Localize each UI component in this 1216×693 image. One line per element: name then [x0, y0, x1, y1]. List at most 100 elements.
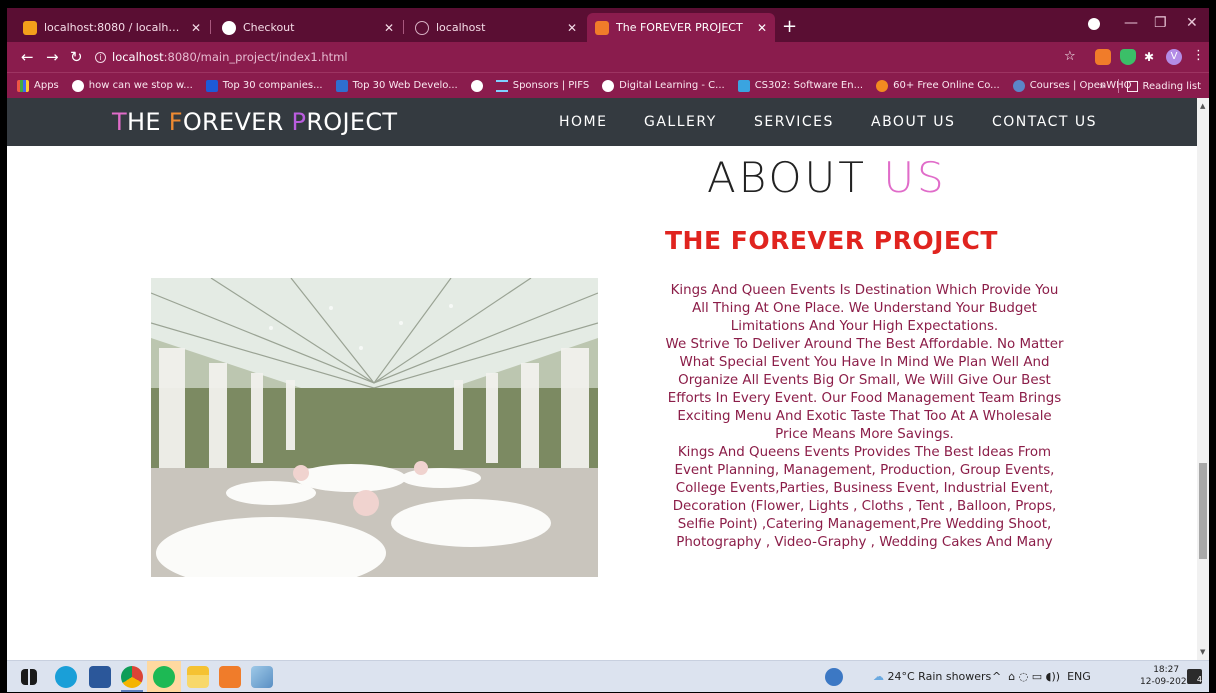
bookmark-label: Sponsors | PIFS [512, 80, 590, 91]
bookmark-star-icon[interactable]: ☆ [1064, 49, 1076, 64]
close-icon[interactable]: ✕ [384, 21, 394, 35]
word-icon[interactable] [89, 666, 111, 688]
scroll-up-icon[interactable]: ▲ [1200, 102, 1205, 110]
apps-grid-icon [17, 79, 29, 92]
reload-icon[interactable]: ↻ [70, 48, 83, 66]
nav-about-us[interactable]: ABOUT US [871, 114, 955, 130]
brand-title: THE FOREVER PROJECT [665, 226, 998, 255]
logo-letter: P [291, 108, 307, 136]
tab-title: Checkout [243, 21, 295, 34]
back-icon[interactable]: ← [21, 48, 34, 66]
xampp-icon [595, 20, 609, 35]
d-icon [205, 79, 218, 92]
extension-shield-icon[interactable] [1120, 49, 1136, 65]
xampp-taskbar-icon[interactable] [219, 666, 241, 688]
tab-phpmyadmin[interactable]: localhost:8080 / localhost:3306 / ✕ [15, 13, 209, 42]
bookmark-label: Top 30 companies... [222, 80, 323, 91]
tab-strip: localhost:8080 / localhost:3306 / ✕ Chec… [7, 8, 1209, 42]
bookmarks-bar: Apps how can we stop w... Top 30 compani… [7, 72, 1209, 98]
clock-time: 18:27 [1153, 665, 1180, 675]
snip-tool-icon[interactable] [251, 666, 273, 688]
heading-main: ABOUT [707, 153, 884, 202]
bookmark-item[interactable]: Top 30 companies... [205, 79, 323, 92]
system-tray[interactable]: ^ ⌂ ◌ ▭ ◖)) ENG [992, 670, 1091, 683]
site-logo[interactable]: THE FOREVER PROJECT [112, 108, 397, 136]
t-icon [335, 79, 348, 92]
edge-icon[interactable] [55, 666, 77, 688]
cloud-icon: ☁ [873, 670, 888, 683]
saylor-icon [737, 79, 750, 92]
heading-accent: US [883, 153, 947, 202]
extensions-puzzle-icon[interactable]: ✱ [1144, 50, 1154, 64]
globe-icon [602, 79, 615, 92]
orange-circle-icon [876, 79, 889, 92]
close-icon[interactable]: ✕ [567, 21, 577, 35]
globe-icon [415, 20, 429, 35]
tray-icons: ⌂ ◌ ▭ ◖)) [1008, 670, 1061, 683]
page-scrollbar[interactable]: ▲ ▼ [1197, 98, 1209, 660]
notifications-icon[interactable]: 4 [1187, 669, 1202, 684]
bookmark-item[interactable]: CS302: Software En... [737, 79, 864, 92]
weather-widget[interactable]: ☁ 24°C Rain showers [873, 670, 991, 683]
restore-icon[interactable]: ❐ [1154, 15, 1167, 31]
address-bar[interactable]: i localhost:8080/main_project/index1.htm… [95, 46, 1065, 68]
system-app-icon[interactable] [825, 668, 843, 686]
bookmark-item[interactable]: Top 30 Web Develo... [335, 79, 458, 92]
extension-xampp-icon[interactable] [1095, 49, 1111, 65]
reading-list-button[interactable]: Reading list [1143, 81, 1201, 92]
scroll-down-icon[interactable]: ▼ [1200, 648, 1205, 656]
menu-kebab-icon[interactable]: ⋮ [1192, 48, 1205, 63]
info-icon[interactable]: i [95, 51, 106, 63]
tab-localhost[interactable]: localhost ✕ [407, 13, 585, 42]
tab-search-icon[interactable] [1088, 18, 1100, 30]
spotify-icon[interactable] [153, 666, 175, 688]
chrome-icon[interactable] [121, 666, 143, 688]
tab-checkout[interactable]: Checkout ✕ [214, 13, 402, 42]
scrollbar-thumb[interactable] [1199, 463, 1207, 559]
minimize-icon[interactable]: — [1124, 15, 1138, 31]
page-viewport: THE FOREVER PROJECT HOME GALLERY SERVICE… [7, 98, 1197, 660]
site-navbar: THE FOREVER PROJECT HOME GALLERY SERVICE… [7, 98, 1197, 146]
browser-window: localhost:8080 / localhost:3306 / ✕ Chec… [7, 8, 1209, 692]
file-explorer-icon[interactable] [187, 666, 209, 688]
logo-letter: F [168, 108, 183, 136]
url-path: :8080/main_project/index1.html [163, 50, 348, 64]
clock-date: 12-09-2021 [1140, 677, 1193, 687]
wedding-tent-image [151, 278, 598, 577]
windows-start-icon[interactable] [21, 669, 37, 685]
nav-services[interactable]: SERVICES [754, 114, 834, 130]
bookmark-item[interactable]: Sponsors | PIFS [495, 79, 590, 92]
nav-gallery[interactable]: GALLERY [644, 114, 717, 130]
forward-icon[interactable]: → [46, 48, 59, 66]
reading-list-icon [1126, 80, 1138, 92]
tray-up-icon[interactable]: ^ [992, 670, 1001, 683]
url-host: localhost [112, 50, 164, 64]
bookmark-item[interactable]: Digital Learning - C... [602, 79, 725, 92]
bookmark-label: Apps [34, 80, 59, 91]
profile-avatar[interactable]: V [1166, 49, 1182, 65]
new-tab-icon[interactable]: + [782, 16, 797, 37]
close-icon[interactable]: ✕ [757, 21, 767, 35]
bookmark-item[interactable] [470, 79, 483, 92]
who-icon [1012, 79, 1025, 92]
close-icon[interactable]: ✕ [191, 21, 201, 35]
bookmark-item[interactable]: how can we stop w... [71, 79, 193, 92]
clock[interactable]: 18:27 12-09-2021 [1140, 664, 1192, 688]
phpmyadmin-icon [23, 20, 37, 35]
more-bookmarks-icon[interactable]: » [1099, 81, 1105, 92]
notification-count: 4 [1196, 675, 1202, 684]
bookmark-item[interactable]: Apps [17, 79, 59, 92]
logo-text: ROJECT [306, 108, 398, 136]
nav-contact-us[interactable]: CONTACT US [992, 114, 1097, 130]
globe-icon [222, 20, 236, 35]
language-indicator[interactable]: ENG [1067, 670, 1091, 683]
tab-forever-project[interactable]: The FOREVER PROJECT ✕ [587, 13, 775, 42]
about-paragraph: Kings And Queen Events Is Destination Wh… [665, 283, 1064, 550]
nav-home[interactable]: HOME [559, 114, 607, 130]
google-icon [71, 79, 84, 92]
close-window-icon[interactable]: ✕ [1186, 15, 1198, 31]
bookmark-item[interactable]: 60+ Free Online Co... [876, 79, 1000, 92]
logo-letter: T [112, 108, 127, 136]
bookmark-label: CS302: Software En... [754, 80, 864, 91]
bookmark-label: Digital Learning - C... [619, 80, 725, 91]
